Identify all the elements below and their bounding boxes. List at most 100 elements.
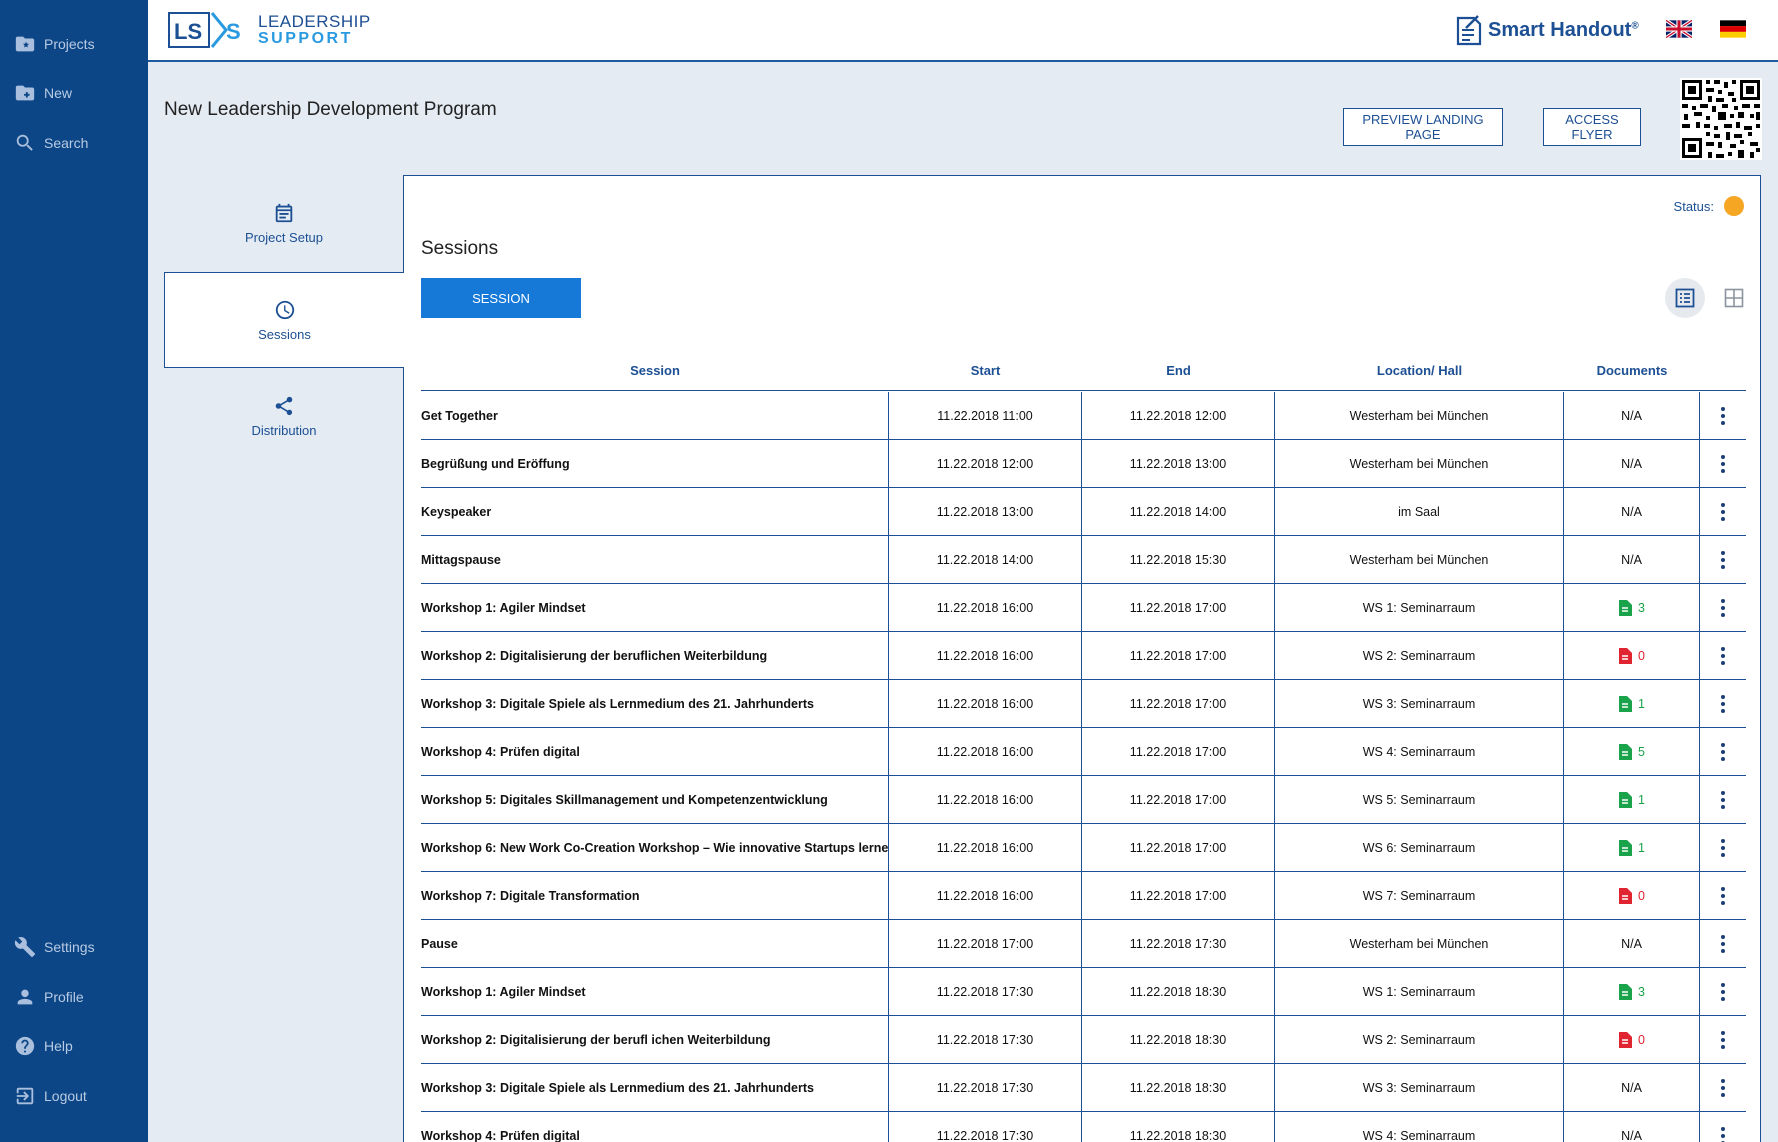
- table-row[interactable]: Pause 11.22.2018 17:00 11.22.2018 17:30 Wes…: [421, 920, 1746, 968]
- table-row[interactable]: Mittagspause 11.22.2018 14:00 11.22.2018 1…: [421, 536, 1746, 584]
- session-documents[interactable]: 5: [1564, 728, 1700, 775]
- session-documents[interactable]: 3: [1564, 968, 1700, 1015]
- nav-profile[interactable]: Profile: [14, 986, 84, 1008]
- session-end: 11.22.2018 17:30: [1082, 920, 1275, 967]
- more-vertical-icon: [1721, 790, 1725, 809]
- table-row[interactable]: Keyspeaker 11.22.2018 13:00 11.22.2018 14:…: [421, 488, 1746, 536]
- sessions-table-body: Get Together 11.22.2018 11:00 11.22.2018 1…: [421, 392, 1746, 1142]
- session-name: Workshop 6: New Work Co-Creation Worksho…: [421, 824, 889, 871]
- table-row[interactable]: Workshop 1: Agiler Mindset 11.22.2018 17:…: [421, 968, 1746, 1016]
- more-vertical-icon: [1721, 454, 1725, 473]
- nav-search[interactable]: Search: [14, 132, 88, 154]
- document-count: 0: [1638, 888, 1645, 903]
- status-dot: [1724, 196, 1744, 216]
- table-row[interactable]: Workshop 5: Digitales Skillmanagement un…: [421, 776, 1746, 824]
- row-menu-button[interactable]: [1700, 1112, 1746, 1142]
- col-documents[interactable]: Documents: [1564, 351, 1700, 390]
- session-documents[interactable]: 3: [1564, 584, 1700, 631]
- session-documents[interactable]: 1: [1564, 776, 1700, 823]
- col-location[interactable]: Location/ Hall: [1275, 351, 1564, 390]
- row-menu-button[interactable]: [1700, 968, 1746, 1015]
- table-row[interactable]: Workshop 2: Digitalisierung der beruflic…: [421, 632, 1746, 680]
- document-icon: [1619, 983, 1633, 1000]
- tab-sessions[interactable]: Sessions: [164, 272, 404, 368]
- row-menu-button[interactable]: [1700, 1016, 1746, 1063]
- tab-distribution[interactable]: Distribution: [164, 368, 404, 464]
- document-count: 0: [1638, 648, 1645, 663]
- session-end: 11.22.2018 17:00: [1082, 680, 1275, 727]
- tab-sessions-label: Sessions: [258, 326, 311, 342]
- col-end[interactable]: End: [1082, 351, 1275, 390]
- table-row[interactable]: Workshop 4: Prüfen digital 11.22.2018 17:…: [421, 1112, 1746, 1142]
- table-row[interactable]: Workshop 3: Digitale Spiele als Lernmedi…: [421, 1064, 1746, 1112]
- session-location: WS 4: Seminarraum: [1275, 728, 1564, 775]
- session-end: 11.22.2018 18:30: [1082, 1064, 1275, 1111]
- row-menu-button[interactable]: [1700, 920, 1746, 967]
- more-vertical-icon: [1721, 838, 1725, 857]
- session-location: WS 1: Seminarraum: [1275, 968, 1564, 1015]
- session-documents[interactable]: 0: [1564, 872, 1700, 919]
- tab-project-setup[interactable]: Project Setup: [164, 175, 404, 271]
- svg-text:LS: LS: [174, 19, 202, 44]
- table-row[interactable]: Workshop 3: Digitale Spiele als Lernmedi…: [421, 680, 1746, 728]
- nav-help[interactable]: Help: [14, 1035, 73, 1057]
- session-documents[interactable]: 1: [1564, 824, 1700, 871]
- nav-new[interactable]: New: [14, 82, 72, 104]
- add-session-button[interactable]: SESSION: [421, 278, 581, 318]
- session-end: 11.22.2018 18:30: [1082, 1016, 1275, 1063]
- row-menu-button[interactable]: [1700, 392, 1746, 439]
- session-name: Workshop 4: Prüfen digital: [421, 1112, 889, 1142]
- session-documents[interactable]: 1: [1564, 680, 1700, 727]
- session-name: Workshop 7: Digitale Transformation: [421, 872, 889, 919]
- session-documents: N/A: [1564, 440, 1700, 487]
- nav-logout[interactable]: Logout: [14, 1085, 87, 1107]
- list-view-toggle[interactable]: [1665, 278, 1705, 318]
- table-row[interactable]: Workshop 4: Prüfen digital 11.22.2018 16:…: [421, 728, 1746, 776]
- row-menu-button[interactable]: [1700, 1064, 1746, 1111]
- document-count: N/A: [1621, 936, 1642, 951]
- table-row[interactable]: Workshop 7: Digitale Transformation 11.22…: [421, 872, 1746, 920]
- more-vertical-icon: [1721, 1126, 1725, 1142]
- uk-flag-icon[interactable]: [1666, 20, 1692, 38]
- table-row[interactable]: Begrüßung und Eröffung 11.22.2018 12:00 11…: [421, 440, 1746, 488]
- table-row[interactable]: Get Together 11.22.2018 11:00 11.22.2018 1…: [421, 392, 1746, 440]
- row-menu-button[interactable]: [1700, 632, 1746, 679]
- sessions-title: Sessions: [421, 238, 499, 259]
- row-menu-button[interactable]: [1700, 824, 1746, 871]
- row-menu-button[interactable]: [1700, 728, 1746, 775]
- help-circle-icon: [15, 1036, 35, 1056]
- nav-projects[interactable]: Projects: [14, 33, 95, 55]
- session-end: 11.22.2018 17:00: [1082, 632, 1275, 679]
- document-count: 3: [1638, 984, 1645, 999]
- row-menu-button[interactable]: [1700, 584, 1746, 631]
- row-menu-button[interactable]: [1700, 488, 1746, 535]
- table-row[interactable]: Workshop 6: New Work Co-Creation Worksho…: [421, 824, 1746, 872]
- document-icon: [1619, 1031, 1633, 1048]
- access-flyer-button[interactable]: ACCESS FLYER: [1543, 108, 1641, 146]
- table-row[interactable]: Workshop 2: Digitalisierung der berufl i…: [421, 1016, 1746, 1064]
- session-documents[interactable]: 0: [1564, 1016, 1700, 1063]
- table-row[interactable]: Workshop 1: Agiler Mindset 11.22.2018 16:…: [421, 584, 1746, 632]
- session-start: 11.22.2018 17:30: [889, 1016, 1082, 1063]
- session-location: WS 2: Seminarraum: [1275, 632, 1564, 679]
- row-menu-button[interactable]: [1700, 776, 1746, 823]
- session-location: im Saal: [1275, 488, 1564, 535]
- nav-settings[interactable]: Settings: [14, 936, 95, 958]
- row-menu-button[interactable]: [1700, 680, 1746, 727]
- session-location: WS 3: Seminarraum: [1275, 1064, 1564, 1111]
- qr-code-icon: [1680, 78, 1762, 160]
- row-menu-button[interactable]: [1700, 536, 1746, 583]
- grid-view-toggle[interactable]: [1714, 278, 1754, 318]
- row-menu-button[interactable]: [1700, 440, 1746, 487]
- session-documents: N/A: [1564, 536, 1700, 583]
- session-start: 11.22.2018 12:00: [889, 440, 1082, 487]
- col-start[interactable]: Start: [889, 351, 1082, 390]
- col-session[interactable]: Session: [421, 351, 889, 390]
- session-documents[interactable]: 0: [1564, 632, 1700, 679]
- german-flag-icon[interactable]: [1720, 20, 1746, 38]
- preview-landing-page-button[interactable]: PREVIEW LANDING PAGE: [1343, 108, 1503, 146]
- session-start: 11.22.2018 17:30: [889, 968, 1082, 1015]
- document-icon: [1619, 791, 1633, 808]
- session-start: 11.22.2018 16:00: [889, 872, 1082, 919]
- row-menu-button[interactable]: [1700, 872, 1746, 919]
